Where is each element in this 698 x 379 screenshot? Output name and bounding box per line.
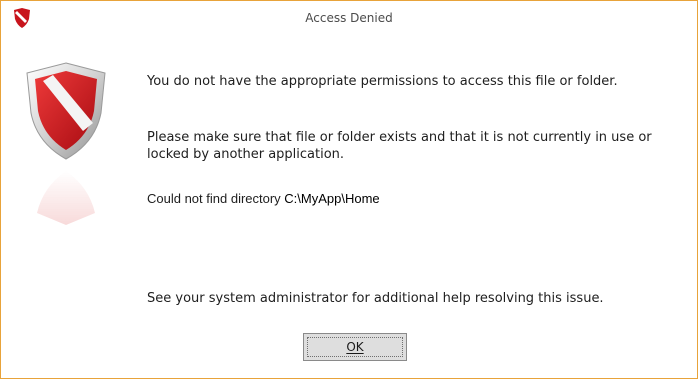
shield-reflection-icon [23, 167, 109, 227]
directory-path: C:\MyApp\Home [284, 191, 380, 206]
permission-message: You do not have the appropriate permissi… [147, 74, 618, 89]
shield-icon [23, 61, 109, 161]
dialog-title: Access Denied [305, 11, 393, 25]
exists-message: Please make sure that file or folder exi… [147, 130, 652, 162]
ok-button[interactable]: OK [303, 333, 407, 361]
help-message: See your system administrator for additi… [147, 291, 604, 306]
focus-outline [307, 337, 403, 357]
title-bar: Access Denied [1, 1, 697, 35]
directory-prefix: Could not find directory [147, 191, 285, 206]
directory-message: Could not find directory C:\MyApp\Home [147, 190, 677, 207]
access-denied-dialog: Access Denied You do not have the approp… [0, 0, 698, 379]
